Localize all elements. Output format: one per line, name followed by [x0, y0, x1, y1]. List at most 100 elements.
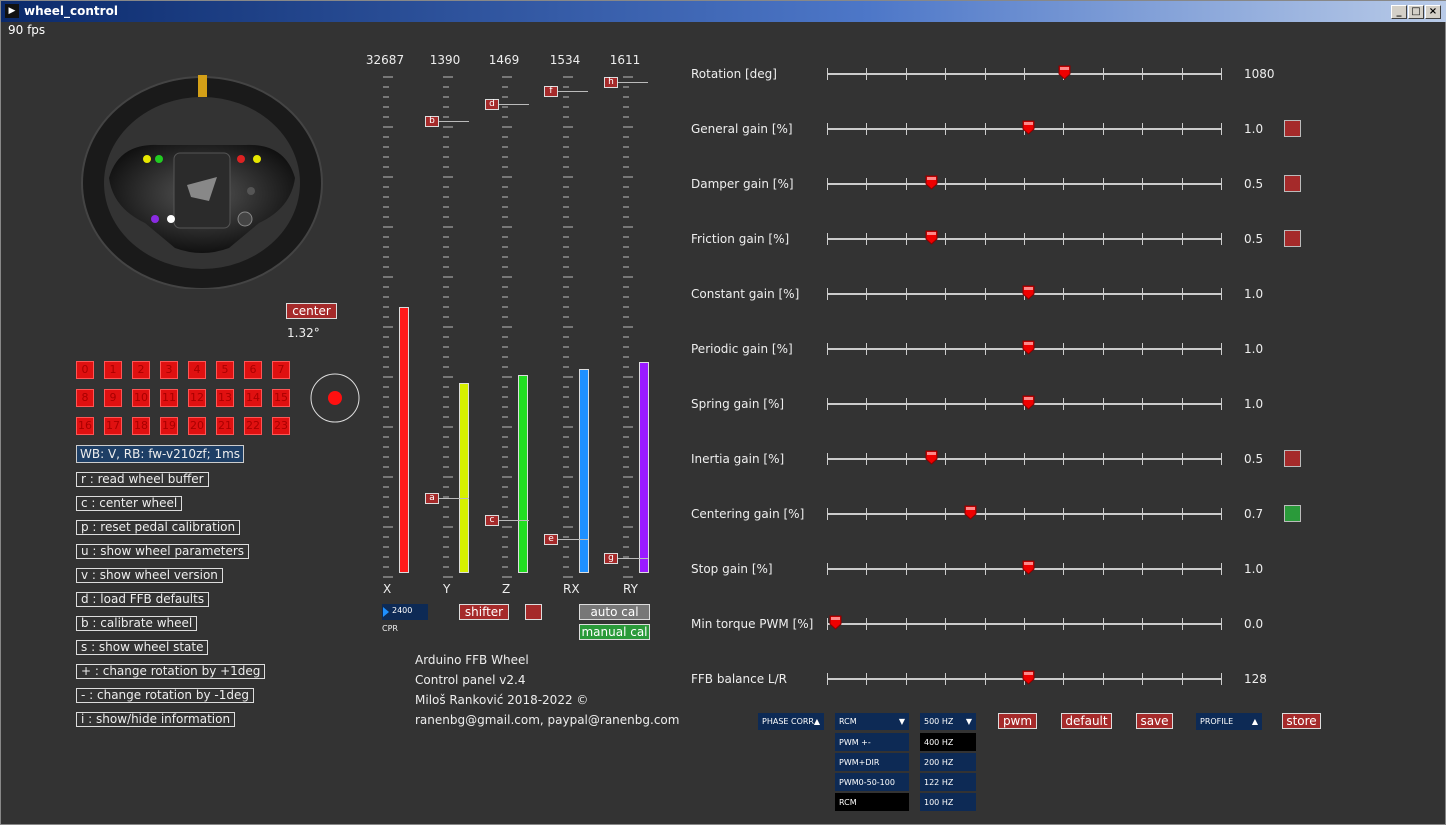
- calibration-marker[interactable]: c: [485, 515, 499, 526]
- mode-option[interactable]: PWM0-50-100: [835, 772, 909, 791]
- slider-value: 0.5: [1244, 452, 1264, 466]
- frequency-dropdown[interactable]: 500 HZ ▼: [920, 713, 976, 730]
- mode-option[interactable]: RCM: [835, 792, 909, 811]
- slider-track[interactable]: [827, 450, 1222, 465]
- hat-indicator: [310, 373, 360, 423]
- slider-track[interactable]: [827, 175, 1222, 190]
- slider-track[interactable]: [827, 670, 1222, 685]
- maximize-button[interactable]: □: [1408, 5, 1424, 19]
- frequency-option[interactable]: 122 HZ: [920, 772, 976, 791]
- slider-label: FFB balance L/R: [691, 672, 787, 686]
- save-button[interactable]: save: [1136, 713, 1173, 729]
- cpr-field[interactable]: 2400: [382, 604, 428, 620]
- slider-thumb[interactable]: [925, 175, 938, 190]
- slider-thumb[interactable]: [1022, 120, 1035, 135]
- slider-value: 1.0: [1244, 397, 1264, 411]
- slider-label: Damper gain [%]: [691, 177, 794, 191]
- slider-thumb[interactable]: [1022, 670, 1035, 685]
- slider-track[interactable]: [827, 505, 1222, 520]
- slider-track[interactable]: [827, 230, 1222, 245]
- command-button[interactable]: p : reset pedal calibration: [76, 520, 241, 535]
- slider-label: Stop gain [%]: [691, 562, 773, 576]
- slider-thumb[interactable]: [1022, 340, 1035, 355]
- button-indicator: 10: [132, 389, 150, 407]
- axis-scale: [443, 76, 453, 578]
- steering-wheel-image: [81, 75, 323, 289]
- command-button[interactable]: - : change rotation by -1deg: [76, 688, 254, 703]
- calibration-marker[interactable]: g: [604, 553, 618, 564]
- effect-toggle[interactable]: [1284, 505, 1301, 522]
- calibration-marker[interactable]: e: [544, 534, 558, 545]
- slider-value: 1.0: [1244, 562, 1264, 576]
- axis-scale: [383, 76, 393, 578]
- slider-track[interactable]: [827, 285, 1222, 300]
- mode-dropdown[interactable]: RCM ▼: [835, 713, 909, 730]
- command-button[interactable]: r : read wheel buffer: [76, 472, 209, 487]
- slider-track[interactable]: [827, 395, 1222, 410]
- command-button[interactable]: v : show wheel version: [76, 568, 223, 583]
- effect-toggle[interactable]: [1284, 230, 1301, 247]
- button-indicator: 1: [104, 361, 122, 379]
- slider-track[interactable]: [827, 65, 1222, 80]
- command-button[interactable]: b : calibrate wheel: [76, 616, 198, 631]
- slider-thumb[interactable]: [1022, 285, 1035, 300]
- store-button[interactable]: store: [1282, 713, 1321, 729]
- mode-option[interactable]: PWM +-: [835, 732, 909, 751]
- shifter-button[interactable]: shifter: [459, 604, 509, 620]
- calibration-marker[interactable]: a: [425, 493, 439, 504]
- shifter-toggle[interactable]: [525, 604, 542, 620]
- slider-thumb[interactable]: [925, 230, 938, 245]
- slider-track[interactable]: [827, 340, 1222, 355]
- pwm-button[interactable]: pwm: [998, 713, 1037, 729]
- calibration-marker[interactable]: f: [544, 86, 558, 97]
- axis-label: RY: [623, 582, 638, 596]
- close-button[interactable]: ×: [1425, 5, 1441, 19]
- calibration-marker[interactable]: d: [485, 99, 499, 110]
- chevron-up-icon: ▲: [1251, 717, 1258, 726]
- effect-toggle[interactable]: [1284, 175, 1301, 192]
- command-button[interactable]: + : change rotation by +1deg: [76, 664, 266, 679]
- command-button[interactable]: c : center wheel: [76, 496, 183, 511]
- slider-thumb[interactable]: [1022, 560, 1035, 575]
- slider-thumb[interactable]: [1058, 65, 1071, 80]
- command-button[interactable]: i : show/hide information: [76, 712, 236, 727]
- window-title: wheel_control: [24, 4, 118, 18]
- auto-cal-button[interactable]: auto cal: [579, 604, 650, 620]
- axis-scale: [502, 76, 512, 578]
- slider-thumb[interactable]: [1022, 395, 1035, 410]
- slider-track[interactable]: [827, 120, 1222, 135]
- default-button[interactable]: default: [1061, 713, 1112, 729]
- slider-track[interactable]: [827, 560, 1222, 575]
- slider-value: 128: [1244, 672, 1267, 686]
- command-button[interactable]: d : load FFB defaults: [76, 592, 210, 607]
- command-button[interactable]: s : show wheel state: [76, 640, 209, 655]
- wheel-angle: 1.32°: [287, 326, 320, 340]
- button-indicator: 23: [272, 417, 290, 435]
- frequency-option[interactable]: 100 HZ: [920, 792, 976, 811]
- command-button[interactable]: u : show wheel parameters: [76, 544, 250, 559]
- axis-value: 1611: [609, 53, 641, 67]
- slider-label: Min torque PWM [%]: [691, 617, 814, 631]
- axis-scale: [623, 76, 633, 578]
- manual-cal-button[interactable]: manual cal: [579, 624, 650, 640]
- about-line-4: ranenbg@gmail.com, paypal@ranenbg.com: [415, 713, 680, 727]
- slider-track[interactable]: [827, 615, 1222, 630]
- profile-dropdown[interactable]: PROFILE ▲: [1196, 713, 1262, 730]
- slider-thumb[interactable]: [829, 615, 842, 630]
- slider-thumb[interactable]: [925, 450, 938, 465]
- minimize-button[interactable]: _: [1391, 5, 1407, 19]
- phase-corr-dropdown[interactable]: PHASE CORR ▲: [758, 713, 824, 730]
- slider-label: Periodic gain [%]: [691, 342, 793, 356]
- frequency-option[interactable]: 200 HZ: [920, 752, 976, 771]
- calibration-marker[interactable]: b: [425, 116, 439, 127]
- title-bar[interactable]: ▶ wheel_control _ □ ×: [1, 1, 1446, 22]
- calibration-marker[interactable]: h: [604, 77, 618, 88]
- slider-thumb[interactable]: [964, 505, 977, 520]
- effect-toggle[interactable]: [1284, 120, 1301, 137]
- mode-option[interactable]: PWM+DIR: [835, 752, 909, 771]
- effect-toggle[interactable]: [1284, 450, 1301, 467]
- chevron-up-icon: ▲: [813, 717, 820, 726]
- button-indicator: 20: [188, 417, 206, 435]
- center-button[interactable]: center: [286, 303, 337, 319]
- frequency-option[interactable]: 400 HZ: [920, 732, 976, 751]
